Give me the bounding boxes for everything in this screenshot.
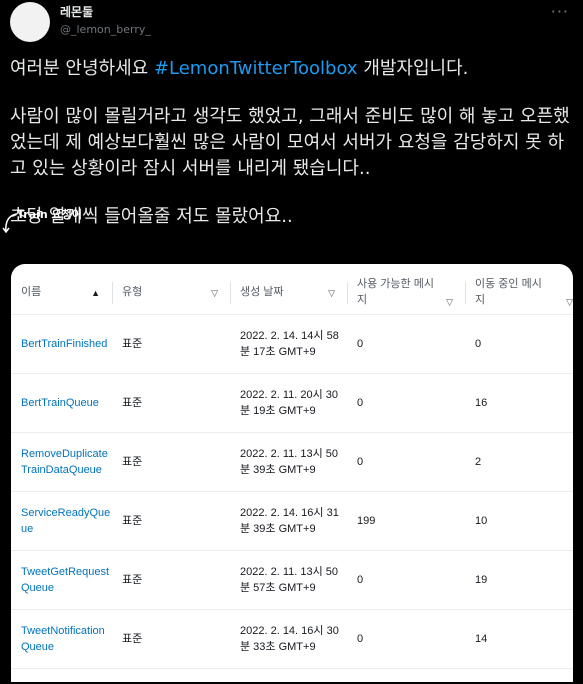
table-header-row: 이름 ▲ 유형 ▽ 생성 날짜 ▽ 사용 가능한 메시지 ▽ 이동 중인 메시지… [11, 270, 573, 315]
tweet-paragraph-2: 사람이 많이 몰릴거라고 생각도 했었고, 그래서 준비도 많이 해 놓고 오픈… [10, 106, 570, 179]
display-name[interactable]: 레몬둘 [60, 3, 93, 20]
in-flight-messages: 14 [465, 609, 573, 669]
created-date: 2022. 2. 14. 16시 31분 39초 GMT+9 [230, 491, 347, 551]
queue-name-link[interactable]: TweetGetRequestQueue [11, 550, 112, 610]
column-divider[interactable] [112, 282, 113, 304]
queue-name-link[interactable]: RemoveDuplicateTrainDataQueue [11, 432, 112, 492]
more-options-icon[interactable]: ··· [551, 2, 569, 21]
queue-type: 표준 [112, 432, 230, 492]
column-header-label: 사용 가능한 메시지 [357, 278, 434, 306]
available-messages: 199 [347, 491, 465, 551]
table-row[interactable]: TweetNotificationQueue 표준 2022. 2. 14. 16시… [11, 609, 573, 669]
table-body: BertTrainFinished 표준 2022. 2. 14. 14시 58분 … [11, 314, 573, 669]
column-divider[interactable] [465, 282, 466, 304]
queue-name-link[interactable]: TweetNotificationQueue [11, 609, 112, 669]
queue-type: 표준 [112, 373, 230, 433]
created-date: 2022. 2. 14. 16시 30분 33초 GMT+9 [230, 609, 347, 669]
column-divider[interactable] [347, 282, 348, 304]
table-row[interactable]: ServiceReadyQueue 표준 2022. 2. 14. 16시 31분 … [11, 491, 573, 551]
column-header-label: 이동 중인 메시지 [475, 278, 542, 306]
in-flight-messages: 2 [465, 432, 573, 492]
queue-type: 표준 [112, 609, 230, 669]
in-flight-messages: 19 [465, 550, 573, 610]
column-header-in-flight[interactable]: 이동 중인 메시지 ▽ [465, 270, 573, 315]
sort-icon[interactable]: ▽ [328, 285, 335, 301]
available-messages: 0 [347, 314, 465, 374]
sort-ascending-icon[interactable]: ▲ [91, 285, 100, 301]
tweet-header: 레몬둘 @_lemon_berry_ ··· [0, 0, 583, 48]
created-date: 2022. 2. 11. 13시 50분 39초 GMT+9 [230, 432, 347, 492]
tweet-line1-suffix: 개발자입니다. [357, 58, 469, 79]
annotation-arrow-icon [2, 213, 17, 234]
available-messages: 0 [347, 432, 465, 492]
queue-table: 이름 ▲ 유형 ▽ 생성 날짜 ▽ 사용 가능한 메시지 ▽ 이동 중인 메시지… [11, 270, 573, 669]
queue-name-link[interactable]: ServiceReadyQueue [11, 491, 112, 551]
column-header-label: 이름 [21, 286, 42, 298]
column-header-created[interactable]: 생성 날짜 ▽ [230, 270, 347, 315]
in-flight-messages: 0 [465, 314, 573, 374]
user-handle[interactable]: @_lemon_berry_ [60, 23, 151, 36]
sort-icon[interactable]: ▽ [566, 294, 573, 310]
available-messages: 0 [347, 550, 465, 610]
created-date: 2022. 2. 14. 14시 58분 17초 GMT+9 [230, 314, 347, 374]
table-row[interactable]: BertTrainQueue 표준 2022. 2. 11. 20시 30분 19초… [11, 373, 573, 433]
hashtag-link[interactable]: #LemonTwitterToolbox [154, 58, 358, 79]
available-messages: 0 [347, 373, 465, 433]
avatar[interactable] [10, 2, 50, 42]
table-row[interactable]: TweetGetRequestQueue 표준 2022. 2. 11. 13시 5… [11, 550, 573, 610]
sort-icon[interactable]: ▽ [446, 294, 453, 310]
queue-name-link[interactable]: BertTrainQueue [11, 373, 112, 433]
sort-icon[interactable]: ▽ [211, 285, 218, 301]
created-date: 2022. 2. 11. 20시 30분 19초 GMT+9 [230, 373, 347, 433]
in-flight-messages: 10 [465, 491, 573, 551]
table-row[interactable]: RemoveDuplicateTrainDataQueue 표준 2022. 2. … [11, 432, 573, 492]
column-header-type[interactable]: 유형 ▽ [112, 270, 230, 315]
queue-type: 표준 [112, 314, 230, 374]
column-header-label: 생성 날짜 [240, 286, 284, 298]
column-divider[interactable] [230, 282, 231, 304]
queue-type: 표준 [112, 491, 230, 551]
in-flight-messages: 16 [465, 373, 573, 433]
created-date: 2022. 2. 11. 13시 50분 57초 GMT+9 [230, 550, 347, 610]
queue-name-link[interactable]: BertTrainFinished [11, 314, 112, 374]
queue-type: 표준 [112, 550, 230, 610]
handwritten-annotation: Train 요청이 [17, 208, 82, 221]
available-messages: 0 [347, 609, 465, 669]
column-header-name[interactable]: 이름 ▲ [11, 270, 112, 315]
column-header-available[interactable]: 사용 가능한 메시지 ▽ [347, 270, 465, 315]
column-header-label: 유형 [122, 286, 143, 298]
table-row[interactable]: BertTrainFinished 표준 2022. 2. 14. 14시 58분 … [11, 314, 573, 374]
tweet-paragraph-3: 초당 열개씩 들어올줄 저도 몰랐어요.. [10, 206, 293, 227]
queue-table-screenshot[interactable]: 이름 ▲ 유형 ▽ 생성 날짜 ▽ 사용 가능한 메시지 ▽ 이동 중인 메시지… [11, 264, 573, 682]
tweet-paragraph-1: 여러분 안녕하세요 #LemonTwitterToolbox 개발자입니다. [10, 56, 570, 82]
tweet-line1-prefix: 여러분 안녕하세요 [10, 58, 154, 79]
tweet-text: 여러분 안녕하세요 #LemonTwitterToolbox 개발자입니다. 사… [10, 56, 570, 230]
